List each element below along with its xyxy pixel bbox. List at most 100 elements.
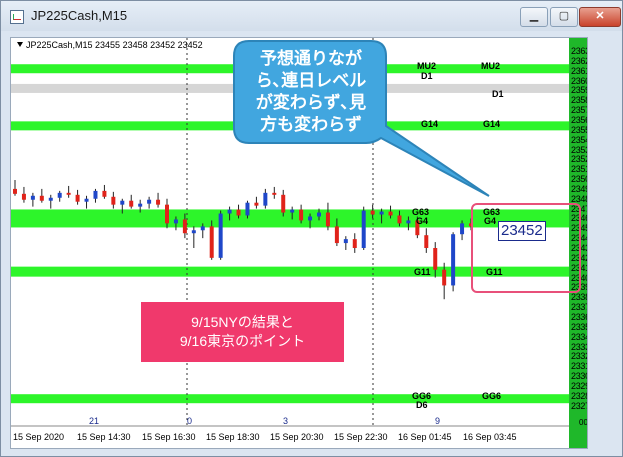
window-title: JP225Cash,M15 [31, 8, 128, 23]
price-tick-label: 23630 [571, 46, 587, 56]
highlight-rectangle [471, 203, 581, 293]
candle-body [334, 226, 339, 244]
callout-line: 方も変わらず [260, 115, 362, 134]
note-line: 9/16東京のポイント [179, 333, 306, 349]
level-label: D1 [421, 71, 433, 81]
symbol-info-text: JP225Cash,M15 23455 23458 23452 23452 [26, 40, 203, 50]
candle-body [138, 203, 143, 207]
candle-body [379, 211, 384, 215]
close-button[interactable]: ✕ [579, 7, 621, 27]
candle-body [30, 195, 35, 200]
price-tick-label: 23590 [571, 85, 587, 96]
level-label: G14 [421, 119, 439, 129]
price-tick-label: 23550 [571, 124, 587, 135]
dropdown-icon [17, 42, 23, 47]
candle-body [308, 216, 313, 221]
axis-corner-label: 00 [579, 418, 588, 427]
note-box: 9/15NYの結果と 9/16東京のポイント [141, 302, 344, 362]
price-tick-label: 23350 [571, 321, 587, 332]
callout-line: 予想通りなが [260, 49, 362, 68]
candle-body [263, 192, 268, 206]
price-tick-label: 23280 [571, 390, 587, 401]
level-label: D1 [492, 89, 504, 99]
level-label: MU2 [481, 61, 501, 71]
candle-body [57, 192, 62, 198]
candle-body [84, 198, 89, 202]
candle-body [147, 199, 152, 204]
chart-area[interactable]: JP225Cash,M15 23455 23458 23452 23452 23… [10, 37, 588, 449]
candle-body [299, 209, 304, 221]
hour-label: 0 [187, 416, 193, 426]
price-tick-label: 23320 [571, 351, 587, 362]
note-line: 9/15NYの結果と [191, 314, 294, 330]
candle-body [388, 211, 393, 216]
price-tick-label: 23310 [571, 361, 587, 372]
maximize-button[interactable]: ▢ [550, 7, 578, 27]
candle-body [48, 197, 53, 201]
candle-body [236, 209, 241, 216]
price-tick-label: 23570 [571, 105, 587, 116]
candle-body [13, 188, 17, 194]
level-label: MU2 [417, 61, 437, 71]
candle-body [227, 209, 232, 214]
candle-body [182, 219, 187, 234]
candle-body [361, 210, 366, 248]
candle-body [156, 199, 161, 205]
candle-body [66, 192, 71, 195]
time-label: 15 Sep 22:30 [334, 432, 388, 442]
hour-label: 3 [283, 416, 289, 426]
price-tick-label: 23540 [571, 134, 587, 145]
candle-body [245, 202, 250, 216]
candle-body [111, 196, 116, 205]
candle-body [442, 269, 447, 286]
candle-body [218, 213, 223, 258]
level-label: D6 [416, 400, 428, 410]
candle-body [254, 202, 259, 206]
level-label: G14 [483, 119, 501, 129]
candle-body [39, 195, 44, 201]
price-tick-label: 23580 [571, 95, 587, 106]
current-price-label: 23452 [498, 221, 546, 241]
time-label: 16 Sep 01:45 [398, 432, 452, 442]
candle-body [75, 194, 80, 202]
price-tick-label: 23510 [571, 164, 587, 175]
candle-body [120, 200, 125, 205]
price-tick-label: 23300 [571, 371, 587, 382]
candle-body [433, 248, 438, 270]
price-tick-label: 23610 [571, 65, 587, 76]
candle-body [406, 220, 411, 224]
level-label: GG6 [482, 391, 502, 401]
candle-body [129, 200, 134, 207]
candle-body [370, 210, 375, 215]
time-label: 15 Sep 2020 [13, 432, 65, 442]
price-tick-label: 23520 [571, 154, 587, 165]
candle-body [325, 212, 330, 227]
level-label: G4 [416, 216, 429, 226]
price-tick-label: 23330 [571, 341, 587, 352]
candle-body [451, 234, 456, 286]
callout-line: ら､連日レベル [255, 71, 367, 90]
candle-body [191, 230, 196, 234]
minimize-button[interactable]: ▁ [520, 7, 548, 27]
candle-body [281, 194, 286, 213]
time-label: 16 Sep 03:45 [463, 432, 517, 442]
price-tick-label: 23290 [571, 380, 587, 391]
price-tick-label: 23530 [571, 144, 587, 155]
candle-body [200, 226, 205, 231]
callout-text: 予想通りなが ら､連日レベル が変わらず､見 方も変わらず [239, 48, 383, 136]
candle-body [397, 215, 402, 224]
price-tick-label: 23560 [571, 114, 587, 125]
time-label: 15 Sep 16:30 [142, 432, 196, 442]
candle-body [173, 219, 178, 224]
candle-body [343, 239, 348, 244]
hour-label: 21 [89, 416, 100, 426]
price-tick-label: 23380 [571, 292, 587, 303]
candle-body [21, 193, 26, 200]
chart-app-icon [10, 10, 24, 24]
candle-body [209, 226, 214, 258]
candle-body [165, 204, 169, 224]
candle-body [102, 190, 107, 197]
symbol-ohlc-info: JP225Cash,M15 23455 23458 23452 23452 [17, 40, 203, 50]
candle-body [290, 209, 295, 213]
title-bar[interactable]: JP225Cash,M15 ▁ ▢ ✕ [1, 1, 622, 31]
